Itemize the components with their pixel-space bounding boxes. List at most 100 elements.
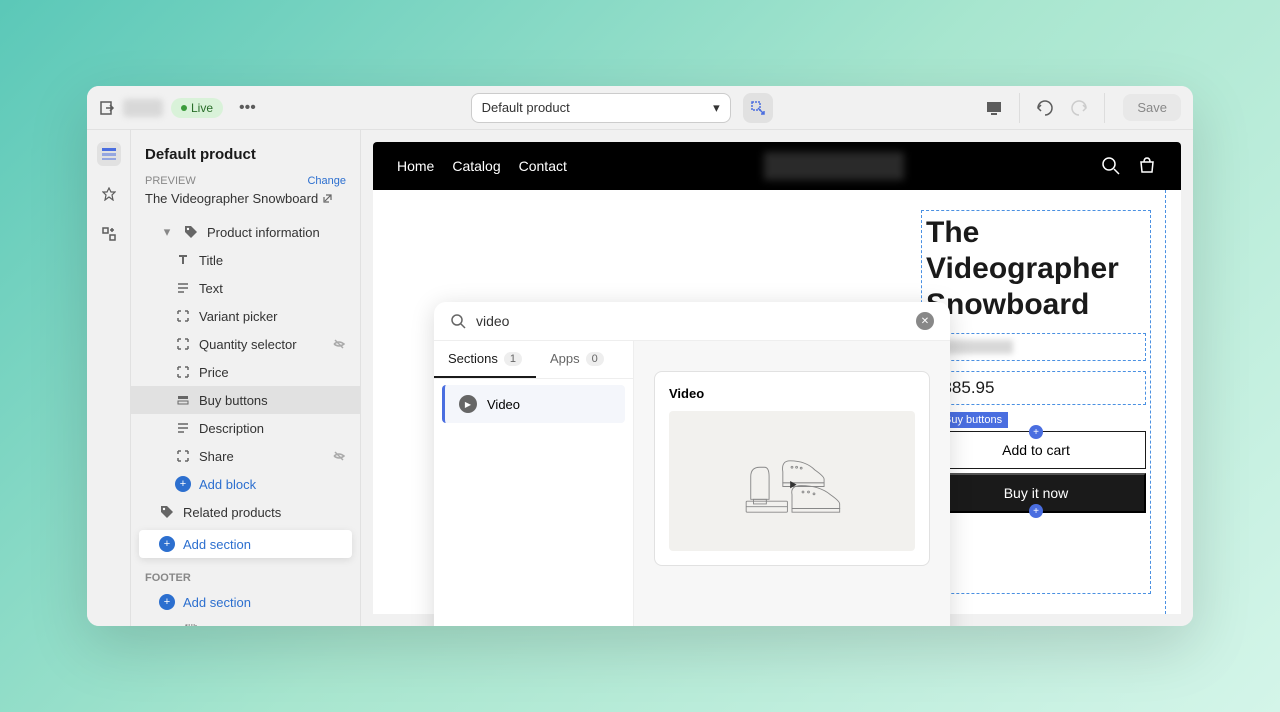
- sections-rail-icon[interactable]: [97, 142, 121, 166]
- hidden-icon[interactable]: [332, 449, 346, 463]
- store-logo: [587, 152, 1081, 180]
- store-nav: Home Catalog Contact: [397, 158, 567, 174]
- tree-description[interactable]: Description: [131, 414, 360, 442]
- hidden-icon[interactable]: [332, 337, 346, 351]
- tree-product-information[interactable]: ▾ Product information: [131, 218, 360, 246]
- product-preview-link[interactable]: The Videographer Snowboard: [131, 189, 360, 218]
- caret-right-icon: ▸: [159, 622, 175, 626]
- cart-icon[interactable]: [1137, 156, 1157, 176]
- tree-variant-picker[interactable]: Variant picker: [131, 302, 360, 330]
- sidebar-title: Default product: [131, 142, 360, 173]
- tab-apps[interactable]: Apps 0: [536, 341, 618, 378]
- product-select[interactable]: Default product ▾: [471, 93, 731, 123]
- add-section-footer-button[interactable]: + Add section: [131, 588, 360, 616]
- tree-buy-buttons[interactable]: Buy buttons: [131, 386, 360, 414]
- add-section-button[interactable]: + Add section: [139, 530, 352, 558]
- tree-related-products[interactable]: Related products: [131, 498, 360, 526]
- nav-catalog[interactable]: Catalog: [452, 158, 500, 174]
- exit-icon[interactable]: [99, 100, 115, 116]
- tree-share[interactable]: Share: [131, 442, 360, 470]
- redo-icon[interactable]: [1064, 93, 1094, 123]
- add-to-cart-button[interactable]: Add to cart +: [926, 431, 1146, 469]
- tag-label: Buy buttons: [944, 414, 1002, 426]
- theme-name-blur: [123, 99, 163, 117]
- expand-icon: [175, 308, 191, 324]
- save-button[interactable]: Save: [1123, 94, 1181, 121]
- tab-badge: 1: [504, 352, 522, 366]
- modal-right-column: Video: [634, 341, 950, 626]
- add-section-modal: ✕ Sections 1 Apps 0 ▶ Video: [434, 302, 950, 626]
- divider: [1104, 93, 1105, 123]
- footer-group-label: FOOTER: [131, 562, 360, 588]
- inspector-button[interactable]: [743, 93, 773, 123]
- add-section-label: Add section: [183, 537, 251, 552]
- tree-footer[interactable]: ▸ Footer: [131, 616, 360, 626]
- modal-body: Sections 1 Apps 0 ▶ Video Video: [434, 341, 950, 626]
- editor-window: Live ••• Default product ▾ Save: [87, 86, 1193, 626]
- vendor-box: [926, 333, 1146, 361]
- product-link-text: The Videographer Snowboard: [145, 191, 318, 206]
- tree-price[interactable]: Price: [131, 358, 360, 386]
- expand-icon: [175, 336, 191, 352]
- tree-label: Related products: [183, 505, 281, 520]
- chevron-down-icon: ▾: [713, 100, 720, 116]
- tree-label: Footer: [207, 623, 245, 627]
- insert-handle-icon[interactable]: +: [1029, 425, 1043, 439]
- modal-left-column: Sections 1 Apps 0 ▶ Video: [434, 341, 634, 626]
- search-icon[interactable]: [1101, 156, 1121, 176]
- result-video[interactable]: ▶ Video: [442, 385, 625, 423]
- search-input[interactable]: [476, 313, 906, 329]
- divider: [1019, 93, 1020, 123]
- caret-down-icon: ▾: [159, 224, 175, 240]
- more-icon[interactable]: •••: [231, 95, 264, 121]
- tree-label: Product information: [207, 225, 320, 240]
- add-block-button[interactable]: + Add block: [131, 470, 360, 498]
- tab-label: Sections: [448, 351, 498, 366]
- apps-rail-icon[interactable]: [97, 222, 121, 246]
- button-label: Buy it now: [1004, 485, 1069, 501]
- search-icon: [450, 313, 466, 329]
- tab-badge: 0: [586, 352, 604, 366]
- undo-icon[interactable]: [1030, 93, 1060, 123]
- nav-home[interactable]: Home: [397, 158, 434, 174]
- settings-rail-icon[interactable]: [97, 182, 121, 206]
- preview-thumbnail: [669, 411, 915, 551]
- store-header-icons: [1101, 156, 1157, 176]
- plus-icon: +: [159, 594, 175, 610]
- tree-text[interactable]: Text: [131, 274, 360, 302]
- nav-contact[interactable]: Contact: [519, 158, 567, 174]
- tree-label: Buy buttons: [199, 393, 268, 408]
- footer-icon: [183, 622, 199, 626]
- tree-title[interactable]: Title: [131, 246, 360, 274]
- top-center: Default product ▾: [272, 93, 972, 123]
- tag-icon: [159, 504, 175, 520]
- desktop-icon[interactable]: [979, 93, 1009, 123]
- tree-quantity-selector[interactable]: Quantity selector: [131, 330, 360, 358]
- live-badge: Live: [171, 98, 223, 118]
- lines-icon: [175, 280, 191, 296]
- clear-icon[interactable]: ✕: [916, 312, 934, 330]
- expand-icon: [175, 448, 191, 464]
- expand-icon: [175, 364, 191, 380]
- text-icon: [175, 252, 191, 268]
- price-text: $885.95: [933, 378, 1139, 398]
- product-info-panel: The Videographer Snowboard $885.95 Buy b…: [921, 210, 1151, 594]
- tree-label: Share: [199, 449, 234, 464]
- preview-card: Video: [654, 371, 930, 566]
- result-label: Video: [487, 397, 520, 412]
- tree-label: Quantity selector: [199, 337, 297, 352]
- tab-sections[interactable]: Sections 1: [434, 341, 536, 378]
- shoes-illustration-icon: [737, 441, 847, 521]
- buttons-icon: [175, 392, 191, 408]
- add-section-label: Add section: [183, 595, 251, 610]
- plus-icon: +: [175, 476, 191, 492]
- insert-handle-icon[interactable]: +: [1029, 504, 1043, 518]
- external-link-icon: [322, 193, 333, 204]
- change-link[interactable]: Change: [307, 175, 346, 187]
- tree-label: Title: [199, 253, 223, 268]
- left-rail: [87, 130, 131, 626]
- top-bar: Live ••• Default product ▾ Save: [87, 86, 1193, 130]
- buy-it-now-button[interactable]: Buy it now +: [926, 473, 1146, 513]
- sidebar: Default product PREVIEW Change The Video…: [131, 130, 361, 626]
- add-block-label: Add block: [199, 477, 256, 492]
